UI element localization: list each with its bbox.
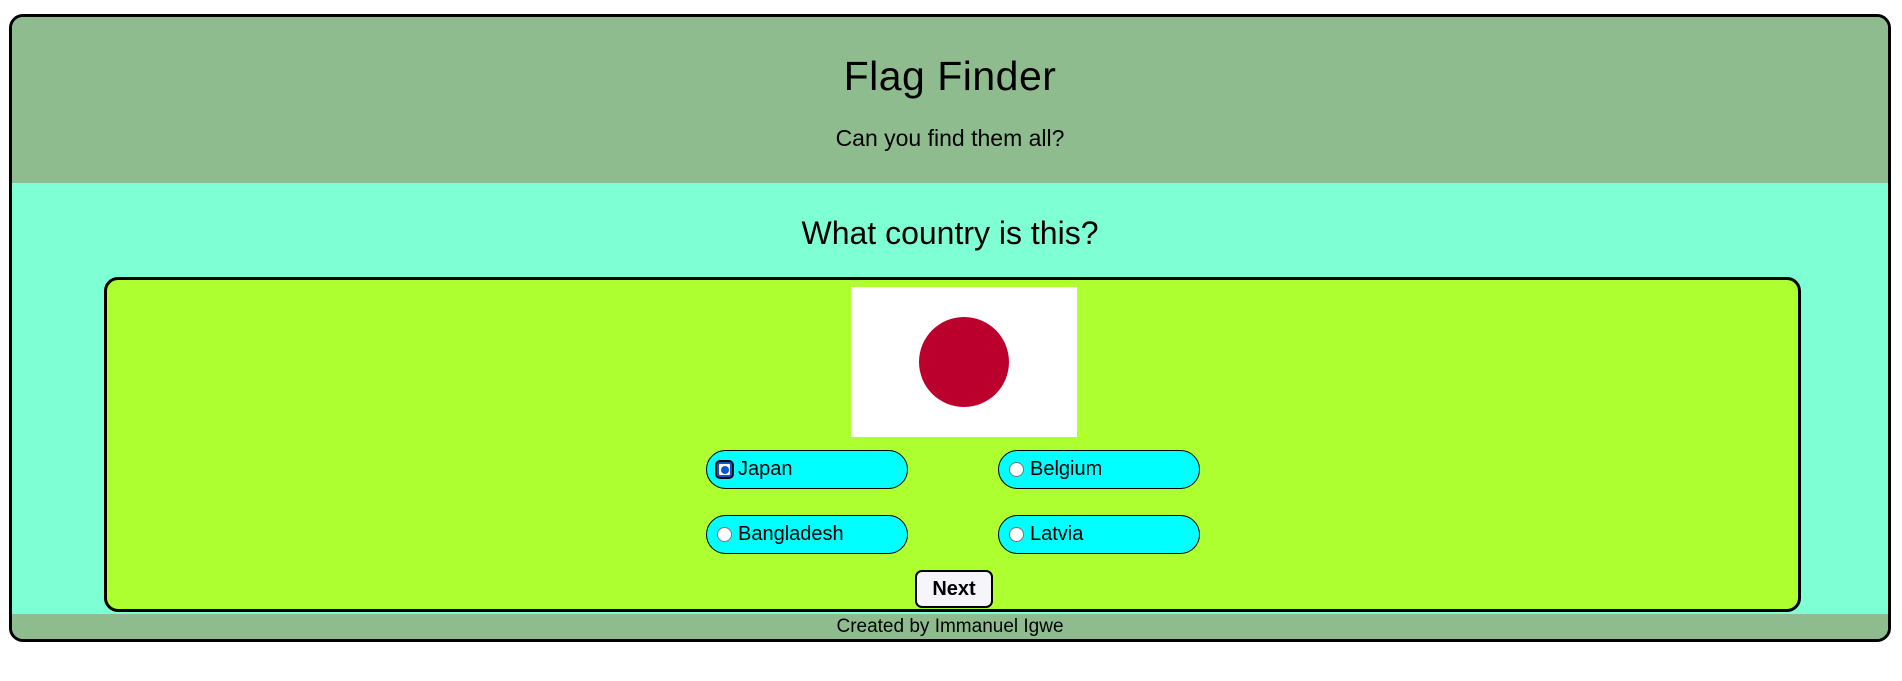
option-label: Latvia bbox=[1030, 523, 1084, 545]
option-label: Bangladesh bbox=[738, 523, 844, 545]
quiz-card: Japan Belgium Bangladesh Latvia Next bbox=[104, 277, 1801, 612]
option-latvia[interactable]: Latvia bbox=[998, 515, 1200, 554]
radio-japan[interactable] bbox=[717, 462, 732, 477]
option-label: Japan bbox=[738, 458, 793, 480]
footer-credit: Created by Immanuel Igwe bbox=[836, 616, 1064, 637]
radio-latvia[interactable] bbox=[1009, 527, 1024, 542]
option-bangladesh[interactable]: Bangladesh bbox=[706, 515, 908, 554]
page-title: Flag Finder bbox=[843, 53, 1057, 99]
radio-belgium[interactable] bbox=[1009, 462, 1024, 477]
app-window: Flag Finder Can you find them all? What … bbox=[9, 14, 1891, 642]
radio-bangladesh[interactable] bbox=[717, 527, 732, 542]
option-japan[interactable]: Japan bbox=[706, 450, 908, 489]
header: Flag Finder Can you find them all? bbox=[12, 17, 1888, 183]
next-button[interactable]: Next bbox=[915, 570, 993, 608]
option-belgium[interactable]: Belgium bbox=[998, 450, 1200, 489]
japan-flag-icon bbox=[851, 287, 1077, 437]
option-label: Belgium bbox=[1030, 458, 1103, 480]
footer: Created by Immanuel Igwe bbox=[12, 614, 1888, 639]
question-text: What country is this? bbox=[801, 215, 1099, 251]
flag-disc bbox=[919, 317, 1009, 407]
page-subtitle: Can you find them all? bbox=[835, 125, 1065, 151]
